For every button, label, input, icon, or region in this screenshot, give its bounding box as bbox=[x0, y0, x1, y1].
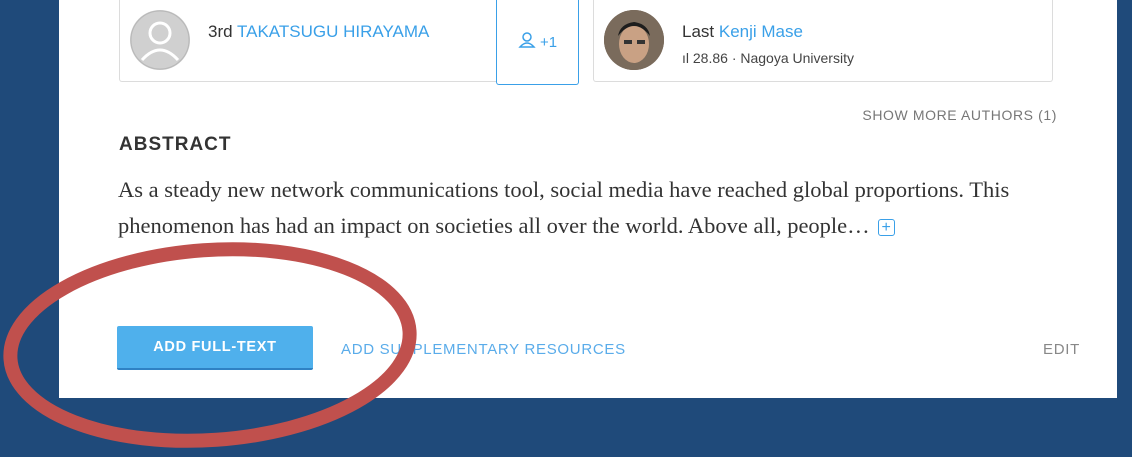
show-more-authors-link[interactable]: SHOW MORE AUTHORS (1) bbox=[862, 107, 1057, 123]
more-authors-count: +1 bbox=[539, 33, 558, 51]
author-name-link[interactable]: Kenji Mase bbox=[719, 22, 803, 41]
author-score-affiliation: ıl 28.86 · Nagoya University bbox=[682, 50, 854, 66]
expand-plus-icon[interactable]: + bbox=[877, 219, 895, 237]
author-line: Last Kenji Mase bbox=[682, 22, 803, 42]
more-authors-button[interactable]: +1 bbox=[496, 0, 579, 85]
author-position: Last bbox=[682, 22, 715, 41]
author-photo-avatar bbox=[604, 10, 664, 70]
edit-link[interactable]: EDIT bbox=[1043, 341, 1080, 358]
add-supplementary-resources-link[interactable]: ADD SUPPLEMENTARY RESOURCES bbox=[341, 341, 626, 358]
author-line: 3rd TAKATSUGU HIRAYAMA bbox=[208, 22, 429, 42]
add-fulltext-button[interactable]: ADD FULL-TEXT bbox=[117, 326, 313, 370]
author-position: 3rd bbox=[208, 22, 233, 41]
publication-card: 3rd TAKATSUGU HIRAYAMA +1 Last Kenji Mas… bbox=[59, 0, 1117, 398]
avatar-placeholder-icon bbox=[130, 10, 190, 70]
author-name-link[interactable]: TAKATSUGU HIRAYAMA bbox=[237, 22, 429, 41]
author-card-last[interactable]: Last Kenji Mase ıl 28.86 · Nagoya Univer… bbox=[593, 0, 1053, 82]
author-card-3rd[interactable]: 3rd TAKATSUGU HIRAYAMA bbox=[119, 0, 540, 82]
abstract-heading: ABSTRACT bbox=[119, 134, 232, 155]
abstract-body: As a steady new network communications t… bbox=[118, 177, 1010, 238]
abstract-text: As a steady new network communications t… bbox=[118, 172, 1058, 244]
user-icon bbox=[518, 31, 536, 53]
